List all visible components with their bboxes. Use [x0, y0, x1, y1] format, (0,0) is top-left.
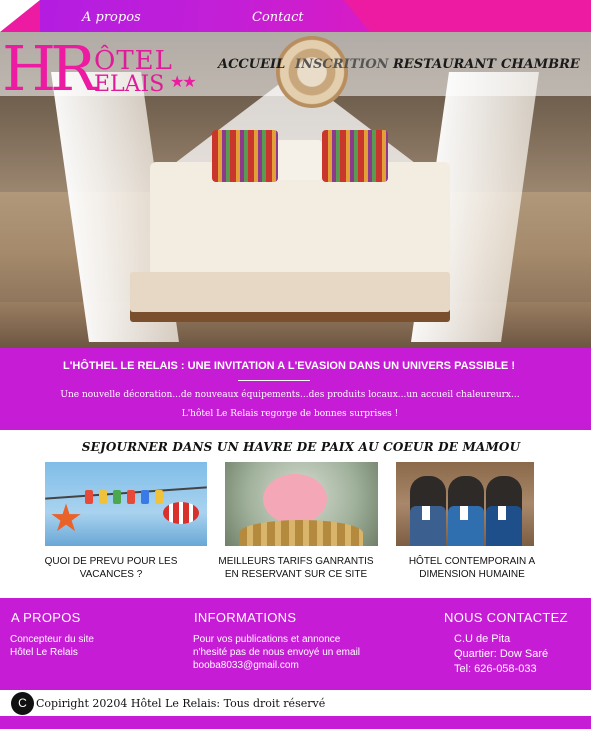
coins-pile [239, 520, 363, 546]
nav-accueil[interactable]: ACCUEIL [218, 57, 285, 72]
clothes-pin [141, 490, 149, 504]
clothes-pin [85, 490, 93, 504]
banner-title: L'HÔTHEL LE RELAIS : UNE INVITATION A L'… [63, 360, 515, 372]
staff-badge [498, 506, 506, 520]
staff-badge [422, 506, 430, 520]
clothes-pin [127, 490, 135, 504]
nav-chambre[interactable]: CHAMBRE [501, 57, 580, 72]
nav-inscription[interactable]: INSCRITION [295, 57, 389, 72]
welcome-banner: L'HÔTHEL LE RELAIS : UNE INVITATION A L'… [0, 348, 591, 430]
piggy-bank-icon [263, 474, 327, 524]
card-image-hotel-staff[interactable] [396, 462, 534, 546]
footer-email-link[interactable]: booba8033@gmail.com [193, 659, 299, 672]
footer-info-line-2: n'hesité pas de nous envoyé un email [193, 647, 361, 658]
footer-heading-about: A PROPOS [11, 610, 81, 625]
clothes-pin [155, 490, 163, 504]
fish-icon [163, 502, 199, 524]
clothes-pin [99, 490, 107, 504]
hero-bench [130, 272, 450, 312]
hotel-logo[interactable]: HR ÔTEL ELAIS ★★ [2, 32, 202, 105]
card-image-piggy-bank[interactable] [225, 462, 378, 546]
card-caption-hotel[interactable]: HÔTEL CONTEMPORAIN A DIMENSION HUMAINE [398, 555, 546, 581]
copyright-icon: C [11, 692, 34, 715]
banner-divider [238, 380, 310, 381]
hero-pillow-left [212, 130, 278, 182]
footer-contact-city: C.U de Pita [454, 633, 511, 645]
card-caption-tarifs[interactable]: MEILLEURS TARIFS GANRANTIS EN RESERVANT … [217, 555, 375, 581]
footer-contact-phone[interactable]: Tel: 626-058-033 [454, 663, 537, 676]
hero-bed [150, 162, 450, 282]
footer-contact-quarter: Quartier: Dow Saré [454, 648, 549, 660]
hero-pillow-white [272, 140, 322, 180]
hero-pillow-right [322, 130, 388, 182]
top-link-about[interactable]: A propos [82, 10, 141, 25]
footer-heading-info: INFORMATIONS [194, 610, 297, 625]
copyright-text: Copiright 20204 Hôtel Le Relais: Tous dr… [36, 697, 326, 710]
logo-stars-icon: ★★ [170, 74, 197, 91]
logo-word-relais: ELAIS [94, 72, 165, 97]
banner-text-line-2: L'hôtel Le Relais regorge de bonnes surp… [181, 409, 399, 419]
top-bar: A propos Contact [0, 0, 591, 32]
footer-heading-contact: NOUS CONTACTEZ [444, 610, 568, 625]
sun-mirror-decoration [276, 36, 348, 108]
top-bar-corner-shape [0, 0, 40, 32]
banner-text-line-1: Une nouvelle décoration...de nouveaux éq… [60, 390, 520, 400]
footer-about-line-1: Concepteur du site [10, 634, 94, 645]
footer: A PROPOS INFORMATIONS NOUS CONTACTEZ Con… [0, 598, 591, 690]
logo-initials: HR [2, 32, 97, 105]
section-title: SEJOURNER DANS UN HAVRE DE PAIX AU COEUR… [81, 440, 521, 454]
top-link-contact[interactable]: Contact [252, 10, 304, 25]
nav-restaurant[interactable]: RESTAURANT [393, 57, 496, 72]
bottom-bar [0, 716, 591, 729]
clothes-pin [113, 490, 121, 504]
copyright-row: C Copiright 20204 Hôtel Le Relais: Tous … [0, 690, 591, 716]
footer-info-line-1: Pour vos publications et annonce [193, 634, 341, 645]
card-image-summertime[interactable]: ★ [45, 462, 207, 546]
footer-about-line-2: Hôtel Le Relais [10, 647, 78, 658]
starfish-icon: ★ [49, 498, 84, 540]
card-caption-vacances[interactable]: QUOI DE PREVU POUR LES VACANCES ? [36, 555, 186, 581]
staff-badge [460, 506, 468, 520]
